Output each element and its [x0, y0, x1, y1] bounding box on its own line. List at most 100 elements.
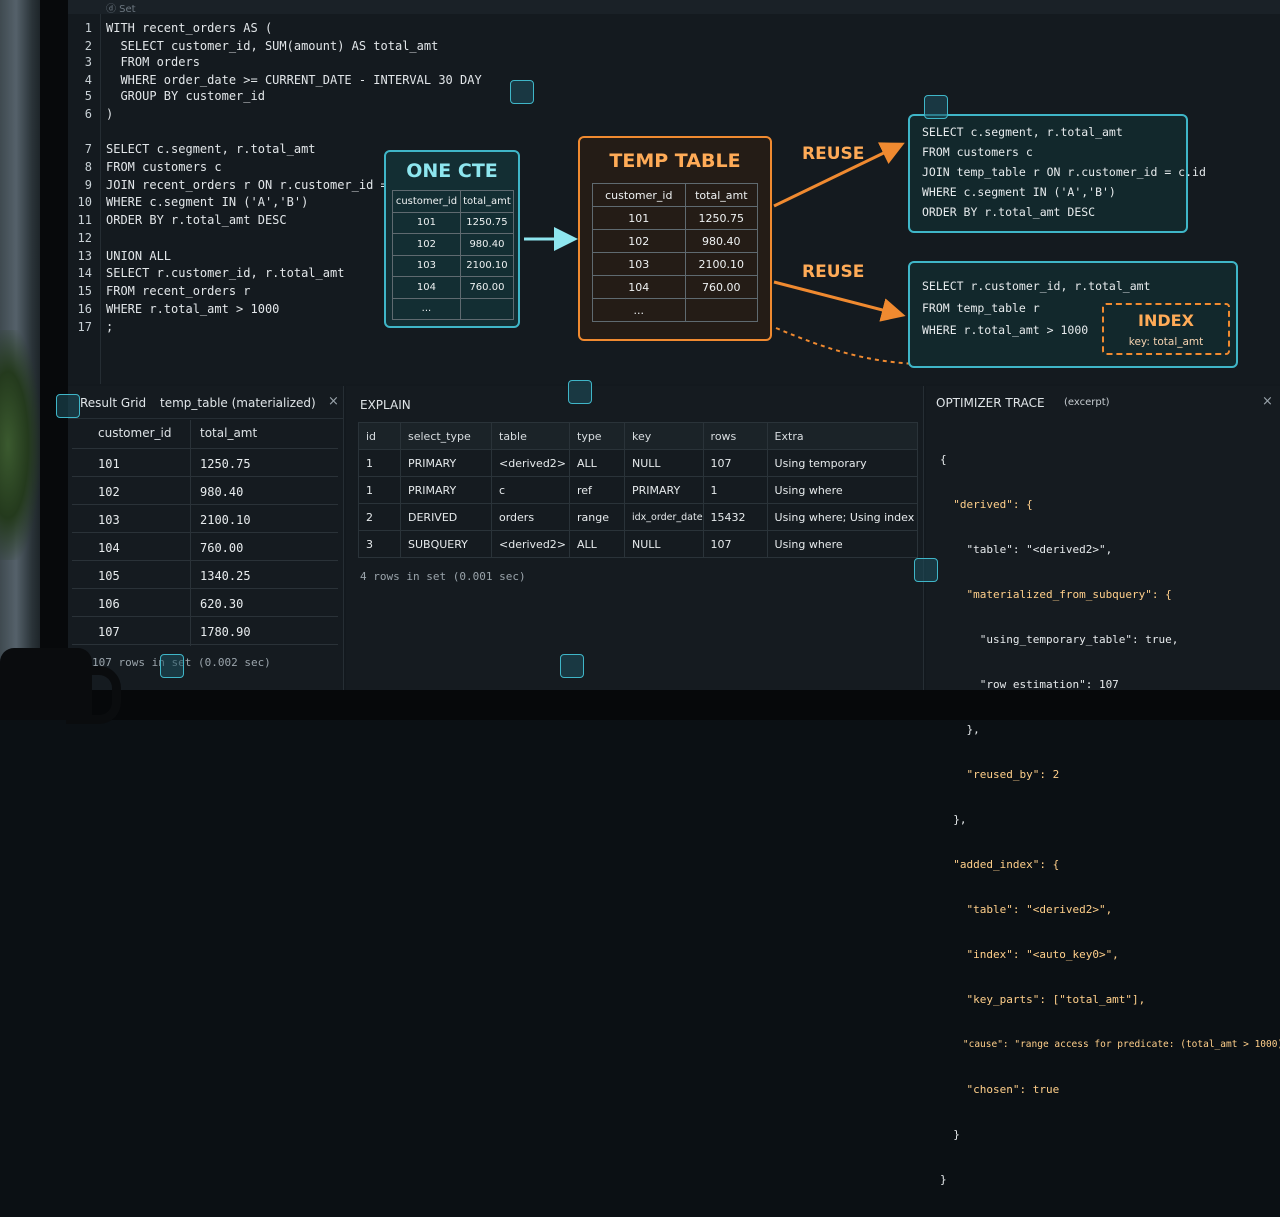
table-cell: DERIVED [400, 503, 492, 531]
code-line: SELECT c.segment, r.total_amt [106, 142, 316, 156]
table-row[interactable]: 2 DERIVED orders range idx_order_date 15… [358, 503, 918, 531]
table-cell[interactable]: 1250.75 [200, 457, 251, 471]
column-header: id [358, 422, 401, 450]
trace-line: "added_index": { [940, 858, 1060, 871]
temp-table: customer_id total_amt 101 1250.75 102 980.4… [592, 183, 759, 322]
table-cell[interactable]: 980.40 [200, 485, 243, 499]
table-cell[interactable]: 103 [98, 513, 120, 527]
table-cell: 103 [592, 252, 686, 276]
table-cell: 15432 [702, 503, 768, 531]
table-cell[interactable]: 620.30 [200, 597, 243, 611]
line-number: 4 [84, 73, 92, 87]
line-number: 9 [84, 178, 92, 192]
table-cell: 101 [392, 211, 461, 234]
table-row[interactable]: 1 PRIMARY <derived2> ALL NULL 107 Using … [358, 449, 918, 477]
explain-title: EXPLAIN [360, 398, 411, 412]
trace-line: } [940, 1173, 947, 1186]
table-cell[interactable]: 1340.25 [200, 569, 251, 583]
index-callout: INDEX key: total_amt [1102, 303, 1230, 355]
table-cell[interactable]: 760.00 [200, 541, 243, 555]
trace-line: "table": "<derived2>", [940, 543, 1113, 556]
screen: ⓓ Set 1 2 3 4 5 6 7 8 9 10 11 12 13 14 1… [56, 0, 1280, 1186]
code-line: JOIN recent_orders r ON r.customer_id = … [106, 178, 424, 192]
cte-title: ONE CTE [406, 160, 498, 182]
line-number: 13 [77, 249, 92, 263]
table-cell: 760.00 [459, 276, 515, 299]
table-cell: Using where; Using index [766, 503, 918, 531]
line-number: 15 [77, 284, 92, 298]
trace-line: } [940, 1128, 960, 1141]
tab-temp-table[interactable]: temp_table (materialized) [160, 396, 316, 410]
table-cell[interactable]: 1780.90 [200, 625, 251, 639]
temp-table-title: TEMP TABLE [609, 150, 741, 172]
monitor-bottom-bezel [40, 690, 1280, 720]
code-line: WITH recent_orders AS ( [106, 21, 273, 35]
table-cell: range [569, 503, 625, 531]
close-icon[interactable]: × [1262, 394, 1273, 409]
watermark-icon [560, 654, 584, 678]
explain-table: id select_type table type key rows Extra… [358, 422, 918, 558]
table-cell: Using temporary [766, 449, 918, 477]
temp-table-box: TEMP TABLE customer_id total_amt 101 1250.… [578, 136, 772, 341]
line-number: 6 [84, 107, 92, 121]
table-cell: 107 [702, 449, 768, 477]
table-cell: ALL [569, 449, 625, 477]
trace-line: "chosen": true [940, 1083, 1060, 1096]
grid-line [72, 588, 338, 589]
column-header: total_amt [459, 190, 515, 213]
table-row[interactable]: 1 PRIMARY c ref PRIMARY 1 Using where [358, 476, 918, 504]
code-line: ; [106, 320, 114, 334]
plant-backdrop [0, 330, 40, 560]
table-cell [459, 297, 515, 320]
table-cell: c [491, 476, 570, 504]
table-cell: ref [569, 476, 625, 504]
table-cell[interactable]: 101 [98, 457, 120, 471]
monitor-bezel [40, 0, 70, 720]
watermark-icon [160, 654, 184, 678]
trace-line: "cause": "range access for predicate: (t… [940, 1039, 1280, 1050]
table-cell[interactable]: 102 [98, 485, 120, 499]
watermark-icon [568, 380, 592, 404]
code-line: WHERE order_date >= CURRENT_DATE - INTER… [106, 73, 482, 87]
table-cell: 107 [702, 530, 768, 558]
explain-panel: EXPLAIN id select_type table type key ro… [346, 386, 924, 692]
trace-line: "derived": { [940, 498, 1033, 511]
line-number: 10 [77, 195, 92, 209]
table-cell: 2100.10 [459, 254, 515, 277]
trace-title: OPTIMIZER TRACE [936, 396, 1045, 410]
reuse-query-box-1: SELECT c.segment, r.total_amt FROM custo… [908, 114, 1206, 233]
tab-result-grid[interactable]: Result Grid [80, 396, 146, 410]
index-title: INDEX [1138, 311, 1194, 330]
table-cell: <derived2> [491, 530, 570, 558]
table-cell: 1250.75 [684, 206, 759, 230]
code-line: UNION ALL [106, 249, 172, 263]
title-bar: ⓓ Set [68, 0, 1280, 15]
trace-line: { [940, 453, 947, 466]
reuse-label-2: REUSE [802, 262, 865, 282]
query-line: FROM temp_table r [922, 301, 1040, 315]
table-cell[interactable]: 2100.10 [200, 513, 251, 527]
table-cell: 2100.10 [684, 252, 759, 276]
table-cell: orders [491, 503, 570, 531]
table-cell: 103 [392, 254, 461, 277]
line-number: 7 [84, 142, 92, 156]
watermark-icon [56, 394, 80, 418]
table-cell: 760.00 [684, 275, 759, 299]
table-cell: PRIMARY [400, 449, 492, 477]
column-header: table [491, 422, 570, 450]
line-gutter: 1 2 3 4 5 6 7 8 9 10 11 12 13 14 15 16 1… [68, 14, 101, 384]
table-cell[interactable]: 104 [98, 541, 120, 555]
trace-line: }, [940, 723, 980, 736]
table-row[interactable]: 3 SUBQUERY <derived2> ALL NULL 107 Using… [358, 530, 918, 558]
table-cell[interactable]: 107 [98, 625, 120, 639]
table-cell: PRIMARY [624, 476, 704, 504]
table-cell[interactable]: 106 [98, 597, 120, 611]
query-line: SELECT r.customer_id, r.total_amt [922, 279, 1151, 293]
table-cell: 980.40 [684, 229, 759, 253]
code-line: WHERE r.total_amt > 1000 [106, 302, 280, 316]
close-icon[interactable]: × [328, 394, 339, 409]
query-line: SELECT c.segment, r.total_amt [922, 125, 1123, 139]
code-line: FROM recent_orders r [106, 284, 251, 298]
grid-line [72, 644, 338, 645]
table-cell[interactable]: 105 [98, 569, 120, 583]
